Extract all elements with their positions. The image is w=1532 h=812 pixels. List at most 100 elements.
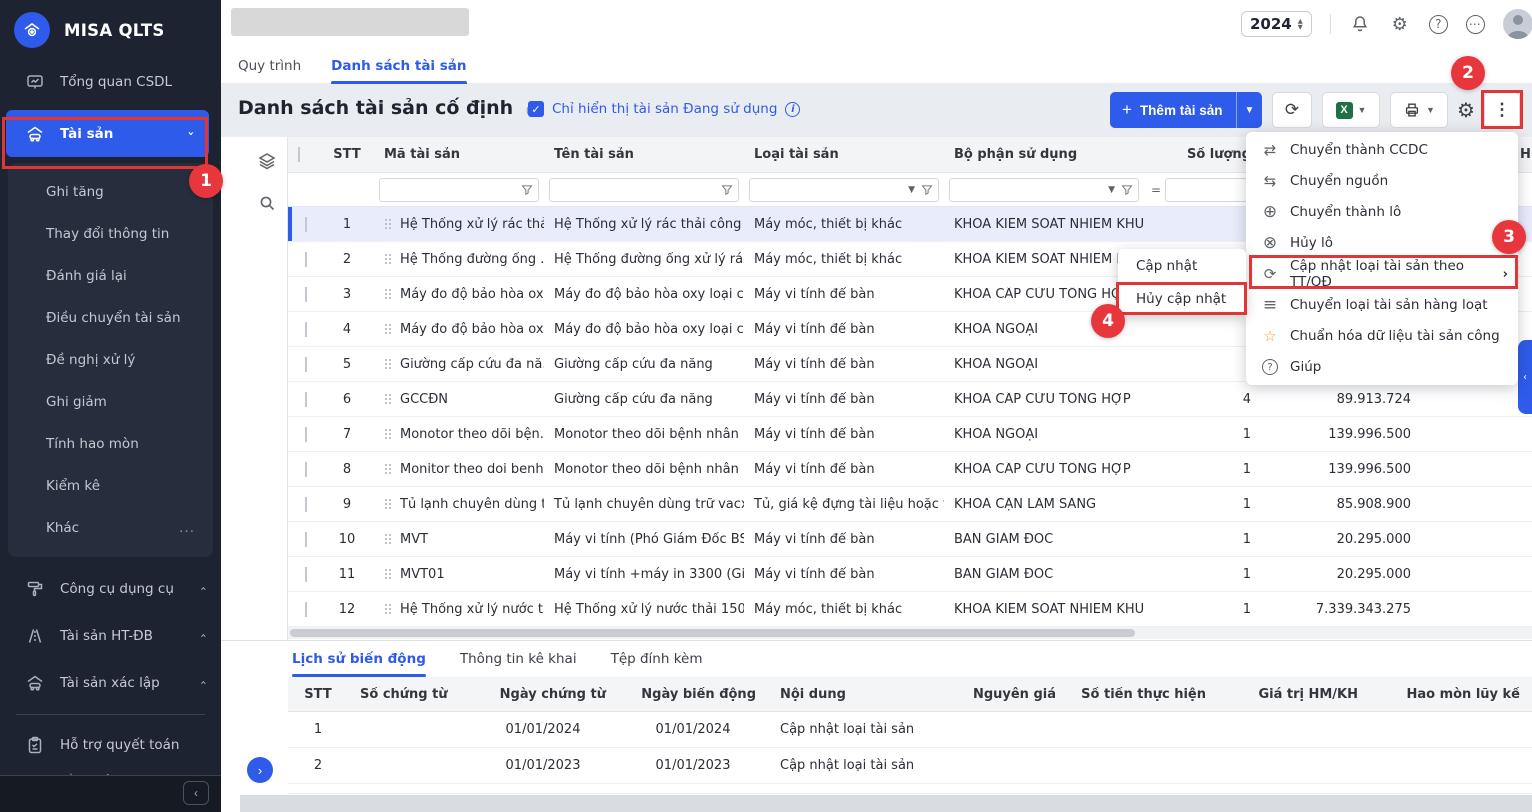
grid-settings-gear-icon[interactable]: ⚙ xyxy=(1452,92,1480,128)
row-checkbox[interactable] xyxy=(305,532,307,547)
context-menu-item[interactable]: Chuyển loại tài sản hàng loạt › xyxy=(1246,290,1518,320)
bcol-accum[interactable]: Hao mòn lũy kế xyxy=(1370,687,1532,702)
info-icon[interactable]: i xyxy=(785,102,800,117)
bcol-stt[interactable]: STT xyxy=(288,687,348,702)
sidebar-collapse-button[interactable]: ‹ xyxy=(183,781,209,805)
avatar[interactable] xyxy=(1503,9,1532,39)
submenu-item-cancel-update[interactable]: Hủy cập nhật xyxy=(1118,282,1246,315)
row-checkbox[interactable] xyxy=(305,217,307,232)
submenu-item-update[interactable]: Cập nhật xyxy=(1118,249,1246,282)
funnel-icon[interactable] xyxy=(921,184,933,196)
table-row[interactable]: 9 Tủ lạnh chuyên dùng t... Tủ lạnh chuyê… xyxy=(288,487,1532,522)
export-excel-button[interactable]: X ▼ xyxy=(1322,92,1380,128)
context-menu-item[interactable]: Cập nhật loại tài sản theo TT/QĐ › xyxy=(1246,259,1518,289)
row-checkbox[interactable] xyxy=(305,497,307,512)
filter-qty-input[interactable] xyxy=(1165,178,1256,202)
expand-detail-button[interactable]: › xyxy=(247,757,273,783)
history-row[interactable]: 2 01/01/2023 01/01/2023 Cập nhật loại tà… xyxy=(288,748,1532,784)
funnel-icon[interactable] xyxy=(521,184,533,196)
excel-dropdown-caret[interactable]: ▼ xyxy=(1358,105,1367,115)
table-row[interactable]: 8 Monitor theo doi benh ... Monotor theo… xyxy=(288,452,1532,487)
sidebar-subitem[interactable]: Tính hao mòn xyxy=(8,423,213,465)
filter-code-input[interactable] xyxy=(379,178,539,202)
sidebar-item-assets[interactable]: Tài sản › xyxy=(6,110,209,157)
year-spinner-icon[interactable]: ▲▼ xyxy=(1298,18,1303,30)
sidebar-item-infrastructure[interactable]: Tài sản HT-ĐB › xyxy=(0,612,221,659)
more-dots[interactable]: ... xyxy=(179,520,195,536)
equals-operator[interactable]: = xyxy=(1149,183,1161,197)
sidebar-item-settlement[interactable]: Hỗ trợ quyết toán xyxy=(0,723,221,767)
tab-declaration[interactable]: Thông tin kê khai xyxy=(460,641,577,677)
tab-history[interactable]: Lịch sử biến động xyxy=(292,641,426,677)
bcol-change-date[interactable]: Ngày biến động xyxy=(618,687,768,702)
more-options-icon[interactable]: ⋯ xyxy=(1466,15,1485,34)
sidebar-subitem[interactable]: Ghi giảm xyxy=(8,381,213,423)
bcol-doc-date[interactable]: Ngày chứng từ xyxy=(468,687,618,702)
col-code[interactable]: Mã tài sản xyxy=(374,147,544,162)
refresh-button[interactable]: ⟳ xyxy=(1272,92,1312,128)
context-menu-item[interactable]: Chuẩn hóa dữ liệu tài sản công › xyxy=(1246,321,1518,351)
bcol-content[interactable]: Nội dung xyxy=(768,687,918,702)
context-menu-item[interactable]: Hủy lô › xyxy=(1246,228,1518,258)
sidebar-item-established[interactable]: Tài sản xác lập › xyxy=(0,659,221,706)
sidebar-subitem[interactable]: Điều chuyển tài sản xyxy=(8,297,213,339)
right-panel-toggle[interactable]: ‹ xyxy=(1518,340,1532,414)
print-button[interactable]: ▼ xyxy=(1390,92,1448,128)
history-row[interactable]: 1 01/01/2024 01/01/2024 Cập nhật loại tà… xyxy=(288,712,1532,748)
sidebar-subitem[interactable]: Đề nghị xử lý xyxy=(8,339,213,381)
row-checkbox[interactable] xyxy=(305,357,307,372)
year-selector[interactable]: 2024 ▲▼ xyxy=(1241,11,1312,37)
row-checkbox[interactable] xyxy=(305,322,307,337)
layers-icon[interactable] xyxy=(257,151,277,171)
bottom-scroll-strip[interactable] xyxy=(240,795,1532,812)
more-actions-kebab-button[interactable]: ⋮ xyxy=(1484,92,1520,128)
col-clipped[interactable]: H xyxy=(1518,147,1532,162)
sidebar-subitem[interactable]: Đánh giá lại xyxy=(8,255,213,297)
tab-quy-trinh[interactable]: Quy trình xyxy=(238,48,301,84)
col-dept[interactable]: Bộ phận sử dụng xyxy=(944,147,1144,162)
bcol-doc-no[interactable]: Số chứng từ xyxy=(348,687,468,702)
row-checkbox[interactable] xyxy=(305,567,307,582)
dropdown-caret-icon[interactable]: ▼ xyxy=(1108,185,1115,195)
add-asset-dropdown-caret[interactable]: ▼ xyxy=(1236,92,1262,128)
row-checkbox[interactable] xyxy=(305,287,307,302)
context-menu-item[interactable]: Chuyển thành lô › xyxy=(1246,197,1518,227)
bcol-amount[interactable]: Số tiền thực hiện xyxy=(1068,687,1218,702)
table-row[interactable]: 6 GCCĐN Giường cấp cứu đa năng Máy vi tí… xyxy=(288,382,1532,417)
bell-icon[interactable] xyxy=(1349,13,1371,35)
horizontal-scrollbar[interactable] xyxy=(288,627,1532,639)
print-dropdown-caret[interactable]: ▼ xyxy=(1426,105,1435,115)
sidebar-subitem[interactable]: Khác ... xyxy=(8,507,213,549)
sidebar-item-overview[interactable]: Tổng quan CSDL xyxy=(0,60,221,104)
settings-gear-icon[interactable]: ⚙ xyxy=(1389,13,1411,35)
search-icon[interactable] xyxy=(257,193,277,213)
col-qty[interactable]: Số lượng xyxy=(1144,147,1261,162)
tab-attachments[interactable]: Tệp đính kèm xyxy=(611,641,703,677)
row-checkbox[interactable] xyxy=(305,602,307,617)
table-row[interactable]: 12 Hệ Thống xử lý nước t... Hệ Thống xử … xyxy=(288,592,1532,627)
sidebar-subitem[interactable]: Kiểm kê xyxy=(8,465,213,507)
row-checkbox[interactable] xyxy=(305,427,307,442)
sidebar-subitem[interactable]: Thay đổi thông tin xyxy=(8,213,213,255)
context-menu-item[interactable]: Giúp › xyxy=(1246,352,1518,382)
filter-name-input[interactable] xyxy=(549,178,739,202)
tab-danh-sach-tai-san[interactable]: Danh sách tài sản xyxy=(331,48,466,84)
show-only-in-use-filter[interactable]: ✓ Chỉ hiển thị tài sản Đang sử dụng i xyxy=(528,101,800,117)
checked-checkbox-icon[interactable]: ✓ xyxy=(528,101,544,117)
dropdown-caret-icon[interactable]: ▼ xyxy=(908,185,915,195)
scrollbar-thumb[interactable] xyxy=(290,629,1135,637)
context-menu-item[interactable]: Chuyển nguồn › xyxy=(1246,166,1518,196)
table-row[interactable]: 7 Monotor theo dõi bện... Monotor theo d… xyxy=(288,417,1532,452)
row-checkbox[interactable] xyxy=(305,392,307,407)
table-row[interactable]: 10 MVT Máy vi tính (Phó Giám Đốc BS ... … xyxy=(288,522,1532,557)
sidebar-item-tools[interactable]: Công cụ dụng cụ › xyxy=(0,565,221,612)
col-name[interactable]: Tên tài sản xyxy=(544,147,744,162)
row-checkbox[interactable] xyxy=(305,462,307,477)
context-menu-item[interactable]: Chuyển thành CCDC › xyxy=(1246,135,1518,165)
funnel-icon[interactable] xyxy=(1121,184,1133,196)
col-type[interactable]: Loại tài sản xyxy=(744,147,944,162)
table-row[interactable]: 11 MVT01 Máy vi tính +máy in 3300 (Giá..… xyxy=(288,557,1532,592)
add-asset-button[interactable]: + Thêm tài sản ▼ xyxy=(1110,92,1262,128)
sidebar-subitem[interactable]: Ghi tăng xyxy=(8,171,213,213)
bcol-hmkh[interactable]: Giá trị HM/KH xyxy=(1218,687,1370,702)
